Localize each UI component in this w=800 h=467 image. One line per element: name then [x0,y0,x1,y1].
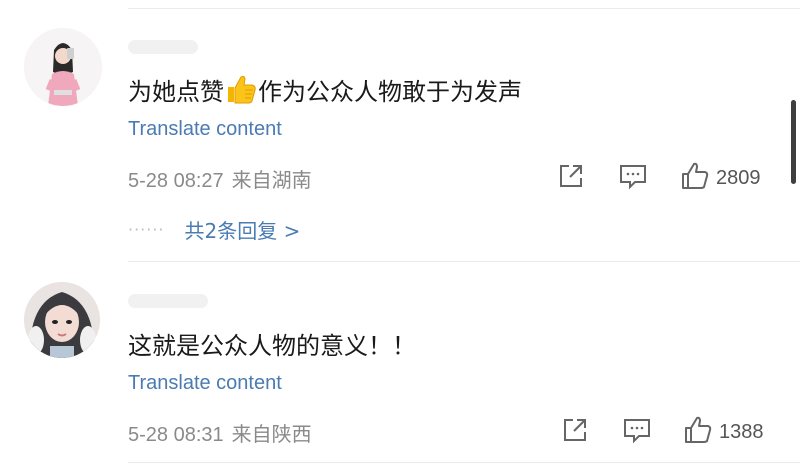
avatar[interactable] [24,28,102,106]
like-button[interactable]: 2809 [680,161,761,195]
top-divider [128,8,800,9]
comment-meta: 5-28 08:31 来自陕西 [128,418,312,447]
comment-divider [128,261,800,262]
bottom-divider [128,462,800,463]
thumbs-up-icon [680,161,710,195]
scrollbar[interactable] [791,100,796,184]
share-icon [561,416,589,448]
reply-dots: ······ [128,220,165,239]
comment-meta: 5-28 08:27 来自湖南 [128,164,312,193]
thumbs-up-emoji-icon [225,74,257,110]
comment-icon [622,416,652,448]
location: 来自湖南 [231,168,312,192]
comment-text: 为她点赞 作为公众人物敢于为发声 [128,72,522,110]
like-count: 1388 [719,420,764,443]
avatar[interactable] [24,282,100,358]
comment-icon [618,162,648,194]
timestamp: 5-28 08:27 [128,170,224,192]
username-redacted [128,40,198,54]
like-button[interactable]: 1388 [683,415,764,449]
timestamp: 5-28 08:31 [128,424,224,446]
thumbs-up-icon [683,415,713,449]
location: 来自陕西 [231,422,312,446]
share-button[interactable] [557,162,585,194]
reply-button[interactable] [622,416,652,448]
translate-link[interactable]: Translate content [128,372,282,395]
username-redacted [128,294,208,308]
replies-label: 共2条回复 > [184,219,301,243]
view-replies-link[interactable]: ······ 共2条回复 > [128,215,300,244]
share-button[interactable] [561,416,589,448]
comment-text: 这就是公众人物的意义！！ [128,332,416,360]
reply-button[interactable] [618,162,648,194]
share-icon [557,162,585,194]
like-count: 2809 [716,166,761,189]
translate-link[interactable]: Translate content [128,118,282,141]
